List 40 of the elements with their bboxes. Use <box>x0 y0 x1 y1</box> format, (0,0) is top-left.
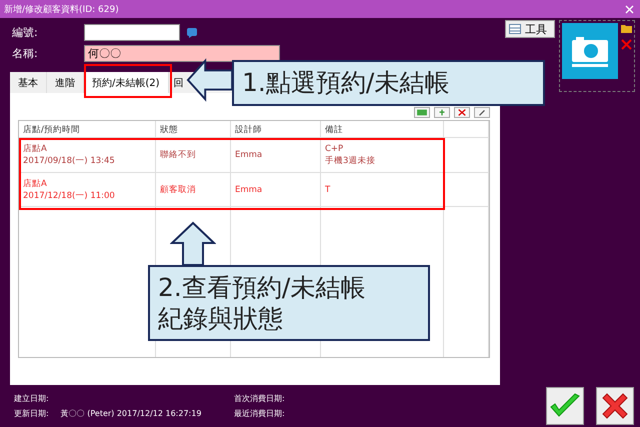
edit-icon[interactable] <box>474 107 490 118</box>
delete-icon[interactable] <box>454 107 470 118</box>
close-icon[interactable] <box>625 4 634 14</box>
tools-button[interactable]: 工具 <box>505 20 555 38</box>
footer-value: 黃〇〇 (Peter) 2017/12/12 16:27:19 <box>60 408 202 419</box>
window-title: 新增/修改顧客資料(ID: 629) <box>4 4 119 16</box>
callout-text: 1.點選預約/未結帳 <box>242 67 450 99</box>
column-header: 店點/預約時間 <box>19 121 156 138</box>
table-cell: Emma <box>231 173 321 207</box>
column-header: 備註 <box>321 121 444 138</box>
image-icon[interactable] <box>414 107 430 118</box>
list-icon <box>509 24 521 34</box>
footer-label: 建立日期: <box>14 393 49 404</box>
text-field[interactable] <box>84 24 180 41</box>
field-label: 名稱: <box>12 46 39 61</box>
table-cell: T <box>321 173 444 207</box>
add-icon[interactable] <box>434 107 450 118</box>
footer-label: 更新日期: <box>14 408 49 419</box>
footer-label: 首次消費日期: <box>234 393 285 404</box>
footer-label: 最近消費日期: <box>234 408 285 419</box>
table-cell: 聯絡不到 <box>156 138 231 173</box>
table-cell: 店點A 2017/12/18(一) 11:00 <box>19 173 156 207</box>
table-cell: Emma <box>231 138 321 173</box>
tab[interactable]: 預約/未結帳(2) <box>84 72 169 93</box>
cancel-button[interactable] <box>596 387 634 425</box>
callout-text: 2.查看預約/未結帳 <box>158 272 366 303</box>
field-label: 編號: <box>12 25 39 40</box>
column-header: 設計師 <box>231 121 321 138</box>
empty-cell <box>444 121 489 138</box>
text-field[interactable]: 何〇〇 <box>84 45 280 62</box>
table-cell: C+P 手機3週未接 <box>321 138 444 173</box>
table-cell: 顧客取消 <box>156 173 231 207</box>
folder-icon[interactable] <box>621 23 632 33</box>
empty-cell <box>444 138 489 173</box>
confirm-button[interactable] <box>546 387 584 425</box>
table-cell: 店點A 2017/09/18(一) 13:45 <box>19 138 156 173</box>
help-icon[interactable] <box>186 26 198 38</box>
delete-icon[interactable] <box>621 39 632 50</box>
column-header: 狀態 <box>156 121 231 138</box>
callout-text: 紀錄與狀態 <box>158 303 284 334</box>
